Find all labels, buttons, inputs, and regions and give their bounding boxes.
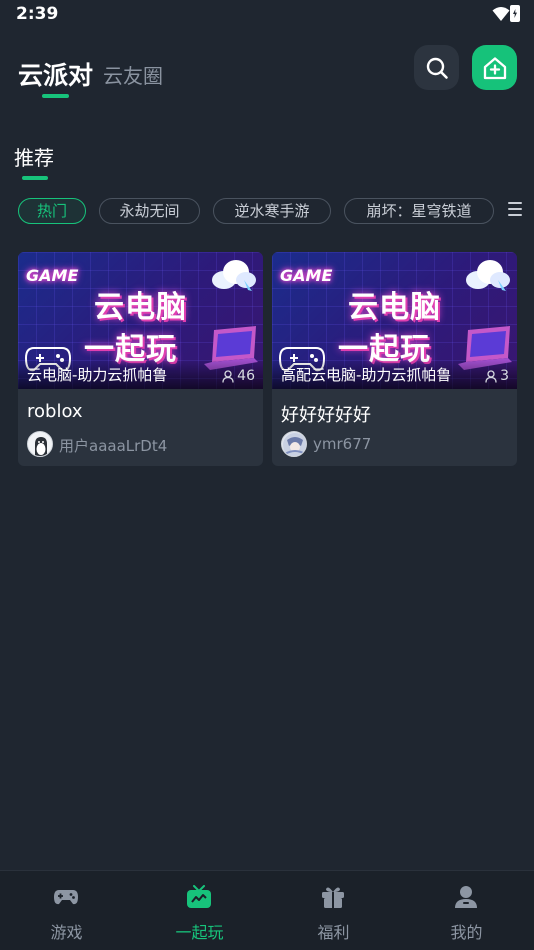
home-add-icon xyxy=(483,56,506,79)
member-count-value: 3 xyxy=(500,368,509,384)
cloud-icon xyxy=(212,260,256,291)
thumbnail-badge: GAME xyxy=(26,266,79,285)
search-icon xyxy=(426,57,448,79)
member-count: 3 xyxy=(485,368,509,384)
tab-active-indicator xyxy=(42,94,69,98)
room-name: 云电脑-助力云抓帕鲁 xyxy=(27,366,168,384)
category-chips: 热门 永劫无间 逆水寒手游 崩坏：星穹铁道 xyxy=(0,198,534,224)
cloud-icon xyxy=(466,260,510,291)
gamepad-icon xyxy=(54,890,78,905)
section-indicator xyxy=(22,176,48,180)
room-thumbnail: GAME 云电脑 一起玩 高配云电脑-助力云抓帕鲁 3 xyxy=(272,252,517,389)
chip-naraka[interactable]: 永劫无间 xyxy=(99,198,200,224)
room-title: roblox xyxy=(27,401,83,422)
thumbnail-badge: GAME xyxy=(280,266,333,285)
nav-label-profile: 我的 xyxy=(450,923,483,942)
room-card[interactable]: GAME 云电脑 一起玩 云电脑-助力云抓帕鲁 46 roblox 用户aaaa… xyxy=(18,252,263,466)
nav-item-games[interactable]: 游戏 xyxy=(0,871,133,950)
chip-justice-mobile[interactable]: 逆水寒手游 xyxy=(213,198,331,224)
status-bar: 2:39 xyxy=(0,0,534,30)
nav-label-games: 游戏 xyxy=(50,923,83,942)
room-name: 高配云电脑-助力云抓帕鲁 xyxy=(281,366,452,384)
bottom-navigation: 游戏 一起玩 福利 我的 xyxy=(0,870,534,950)
nav-item-play-together[interactable]: 一起玩 xyxy=(133,871,266,950)
room-thumbnail: GAME 云电脑 一起玩 云电脑-助力云抓帕鲁 46 xyxy=(18,252,263,389)
nav-label-welfare: 福利 xyxy=(317,923,350,942)
member-count-value: 46 xyxy=(237,368,255,384)
tab-cloud-friends[interactable]: 云友圈 xyxy=(103,60,163,89)
create-room-button[interactable] xyxy=(472,45,517,90)
profile-icon xyxy=(455,886,477,908)
room-card[interactable]: GAME 云电脑 一起玩 高配云电脑-助力云抓帕鲁 3 好好好好好 ymr677 xyxy=(272,252,517,466)
room-host-name: 用户aaaaLrDt4 xyxy=(59,437,168,455)
thumbnail-headline: 云电脑 xyxy=(94,290,187,325)
person-icon xyxy=(485,369,497,383)
category-menu-icon[interactable] xyxy=(508,202,522,218)
battery-icon xyxy=(510,5,520,22)
room-host-name: ymr677 xyxy=(313,435,372,453)
avatar xyxy=(281,431,307,457)
nav-label-play-together: 一起玩 xyxy=(175,923,224,942)
thumbnail-headline: 云电脑 xyxy=(348,290,441,325)
nav-item-welfare[interactable]: 福利 xyxy=(267,871,400,950)
avatar xyxy=(27,431,53,457)
nav-item-profile[interactable]: 我的 xyxy=(400,871,533,950)
tv-icon xyxy=(187,885,211,908)
status-time: 2:39 xyxy=(16,4,59,24)
member-count: 46 xyxy=(222,368,255,384)
chip-hot[interactable]: 热门 xyxy=(18,198,86,224)
gift-icon xyxy=(322,887,344,908)
room-title: 好好好好好 xyxy=(281,405,371,426)
tab-cloud-party[interactable]: 云派对 xyxy=(18,56,93,92)
chip-star-rail[interactable]: 崩坏：星穹铁道 xyxy=(344,198,494,224)
wifi-icon xyxy=(492,7,510,21)
search-button[interactable] xyxy=(414,45,459,90)
person-icon xyxy=(222,369,234,383)
top-header: 云派对 云友圈 xyxy=(0,42,534,102)
section-title-recommend[interactable]: 推荐 xyxy=(14,142,54,171)
